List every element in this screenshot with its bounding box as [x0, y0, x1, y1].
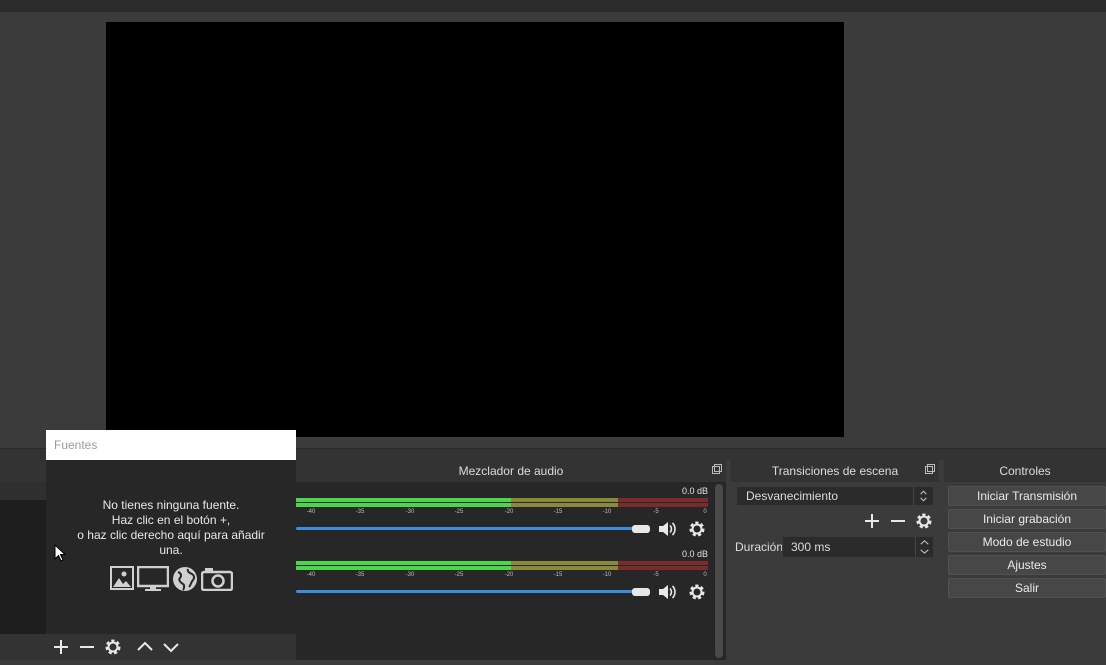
transition-select[interactable]: Desvanecimiento	[736, 486, 934, 506]
studio-mode-button[interactable]: Modo de estudio	[948, 532, 1106, 552]
exit-button[interactable]: Salir	[948, 578, 1106, 598]
image-source-icon	[110, 566, 134, 590]
sources-toolbar	[46, 634, 296, 660]
mixer-channel: 0.0 dB -40 -35 -30 -25 -20 -15 -10 -5 0	[296, 482, 716, 542]
start-streaming-button[interactable]: Iniciar Transmisión	[948, 486, 1106, 506]
window-top-bar	[0, 0, 1106, 12]
volume-meter	[296, 566, 708, 570]
db-readout: 0.0 dB	[681, 549, 708, 559]
add-icon[interactable]	[51, 637, 71, 657]
display-capture-icon	[137, 566, 169, 591]
empty-sources-message[interactable]: No tienes ninguna fuente. Haz clic en el…	[46, 498, 296, 558]
undock-icon[interactable]	[925, 464, 935, 474]
settings-button[interactable]: Ajustes	[948, 555, 1106, 575]
scenes-toolbar	[0, 634, 46, 660]
gear-icon[interactable]	[687, 582, 707, 602]
mouse-cursor-icon	[54, 544, 66, 562]
tick-label: 0	[703, 572, 707, 578]
sources-window-titlebar[interactable]: Fuentes	[46, 430, 296, 460]
preview-canvas[interactable]	[106, 22, 844, 437]
volume-meter	[296, 503, 708, 507]
scene-list-item[interactable]	[0, 482, 46, 500]
message-line: No tienes ninguna fuente.	[102, 498, 240, 512]
gear-icon[interactable]	[687, 519, 707, 539]
message-line: Haz clic en el botón +,	[111, 513, 231, 527]
tick-label: -15	[553, 509, 563, 515]
gear-icon[interactable]	[914, 511, 934, 531]
meter-scale: -40 -35 -30 -25 -20 -15 -10 -5 0	[296, 509, 708, 519]
volume-slider-handle[interactable]	[632, 588, 650, 596]
source-type-icons	[110, 564, 234, 592]
undock-icon[interactable]	[712, 464, 722, 474]
remove-icon[interactable]	[77, 637, 97, 657]
transitions-dock-title: Transiciones de escena	[731, 460, 939, 482]
scenes-dock-title	[0, 460, 46, 482]
message-line: o haz clic derecho aquí para añadir	[77, 528, 265, 542]
volume-slider[interactable]	[296, 527, 644, 530]
duration-label: Duración	[735, 540, 784, 554]
tick-label: -5	[653, 509, 659, 515]
db-readout: 0.0 dB	[681, 486, 708, 496]
move-down-icon[interactable]	[161, 637, 181, 657]
tick-label: -40	[306, 572, 316, 578]
transitions-title: Transiciones de escena	[771, 464, 899, 478]
gear-icon[interactable]	[103, 637, 123, 657]
browser-source-icon	[173, 567, 197, 591]
volume-meter	[296, 498, 708, 502]
transition-select-value: Desvanecimiento	[746, 489, 839, 503]
message-line: una.	[159, 543, 183, 557]
tick-label: -30	[405, 572, 415, 578]
tick-label: -35	[355, 509, 365, 515]
scenes-list[interactable]	[0, 482, 46, 634]
tick-label: -10	[602, 572, 612, 578]
duration-value: 300 ms	[791, 540, 831, 554]
sources-window-title: Fuentes	[54, 438, 98, 452]
tick-label: -10	[602, 509, 612, 515]
transitions-panel	[731, 482, 939, 660]
mixer-channel: 0.0 dB -40 -35 -30 -25 -20 -15 -10 -5 0	[296, 545, 716, 605]
camera-source-icon	[201, 568, 233, 591]
audio-mixer-title: Mezclador de audio	[458, 464, 564, 478]
tick-label: -5	[653, 572, 659, 578]
audio-mixer-dock-title: Mezclador de audio	[296, 460, 726, 482]
tick-label: -20	[504, 572, 514, 578]
volume-slider-handle[interactable]	[632, 525, 650, 533]
duration-field[interactable]: 300 ms	[782, 536, 934, 558]
sources-window: Fuentes No tienes ninguna fuente. Haz cl…	[46, 430, 296, 660]
tick-label: -20	[504, 509, 514, 515]
volume-slider[interactable]	[296, 590, 644, 593]
meter-scale: -40 -35 -30 -25 -20 -15 -10 -5 0	[296, 572, 708, 582]
tick-label: -15	[553, 572, 563, 578]
speaker-icon[interactable]	[657, 519, 677, 539]
remove-icon[interactable]	[888, 511, 908, 531]
tick-label: -35	[355, 572, 365, 578]
controls-title: Controles	[999, 464, 1051, 478]
audio-mixer-panel: 0.0 dB -40 -35 -30 -25 -20 -15 -10 -5 0	[296, 482, 726, 660]
tick-label: -25	[454, 572, 464, 578]
spinner-arrows-icon[interactable]	[915, 537, 933, 557]
updown-arrows-icon	[913, 487, 927, 505]
volume-meter	[296, 561, 708, 565]
controls-dock-title: Controles	[944, 460, 1106, 482]
move-up-icon[interactable]	[135, 637, 155, 657]
start-recording-button[interactable]: Iniciar grabación	[948, 509, 1106, 529]
tick-label: -30	[405, 509, 415, 515]
mixer-scrollbar[interactable]	[715, 484, 723, 658]
tick-label: -25	[454, 509, 464, 515]
add-icon[interactable]	[862, 511, 882, 531]
speaker-icon[interactable]	[657, 582, 677, 602]
tick-label: 0	[703, 509, 707, 515]
tick-label: -40	[306, 509, 316, 515]
